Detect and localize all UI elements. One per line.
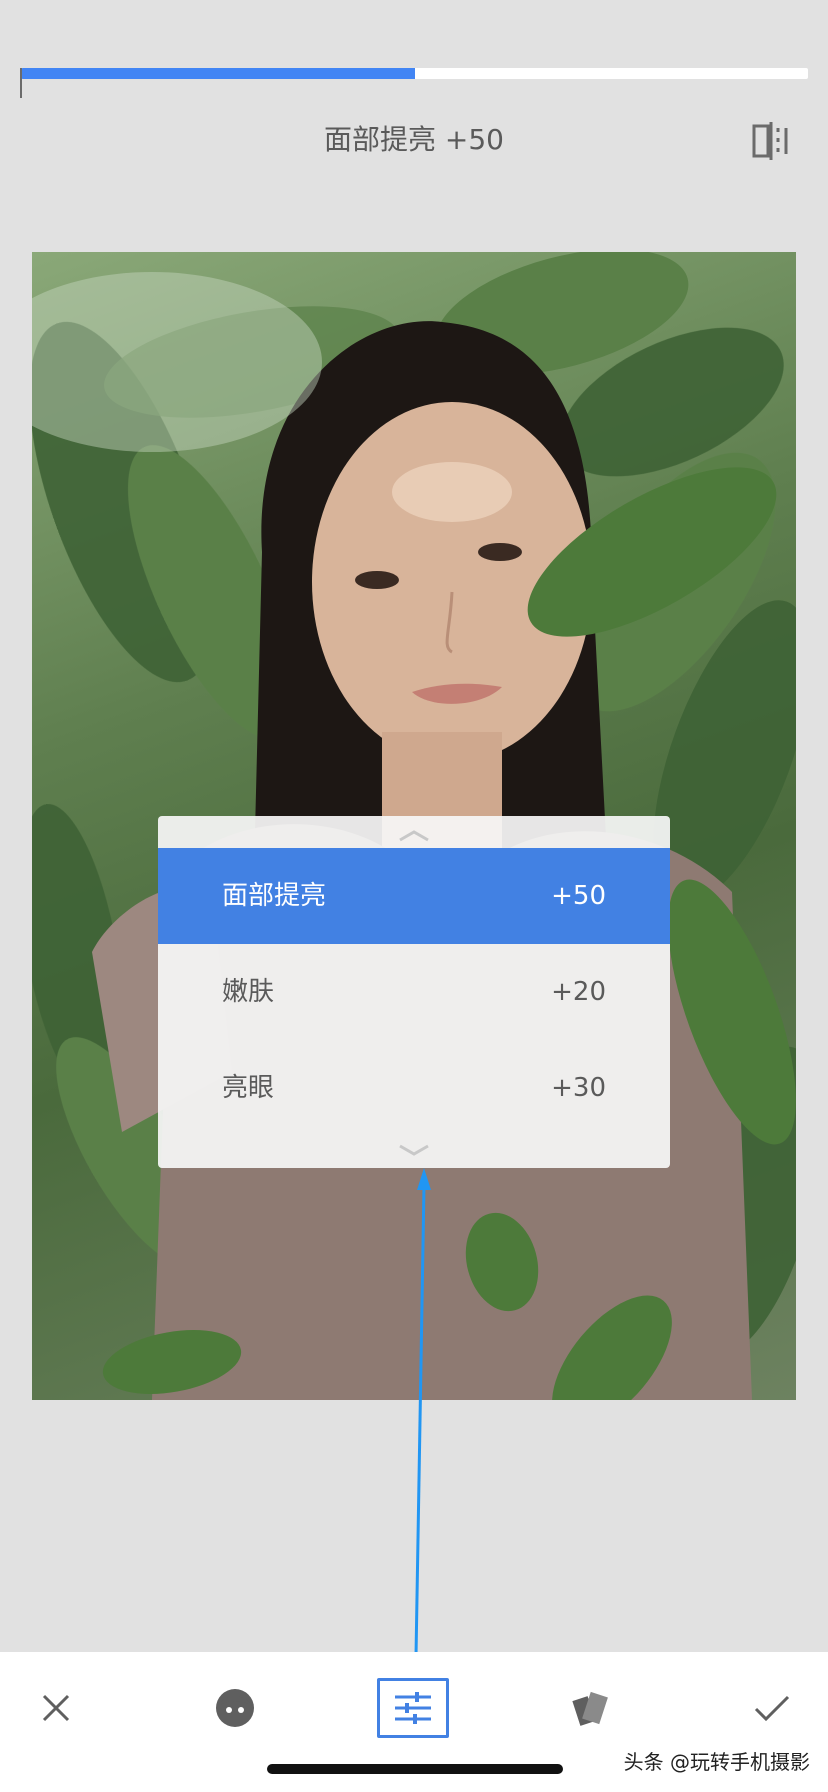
- progress-bar: [21, 68, 808, 79]
- adjust-sliders-icon: [395, 1692, 431, 1724]
- menu-item-skin-smoothing[interactable]: 嫩肤 +20: [158, 944, 670, 1040]
- chevron-up-icon[interactable]: [158, 818, 670, 846]
- compare-icon: [752, 122, 788, 160]
- menu-item-label: 亮眼: [222, 1073, 275, 1103]
- checkmark-icon: [754, 1695, 790, 1722]
- adjustment-menu: 面部提亮 +50 嫩肤 +20 亮眼 +30: [158, 816, 670, 1168]
- menu-item-label: 面部提亮: [222, 881, 327, 911]
- adjust-tool-button[interactable]: [377, 1678, 449, 1738]
- menu-item-face-brighten[interactable]: 面部提亮 +50: [158, 848, 670, 944]
- close-icon: [42, 1694, 70, 1722]
- face-tool-button[interactable]: [199, 1678, 271, 1738]
- page-title: 面部提亮 +50: [324, 123, 504, 156]
- watermark: 头条 @玩转手机摄影: [623, 1750, 810, 1774]
- progress-fill: [21, 68, 415, 79]
- menu-item-value: +20: [551, 977, 606, 1007]
- menu-item-value: +30: [551, 1073, 606, 1103]
- home-indicator[interactable]: [267, 1764, 563, 1774]
- styles-icon: [572, 1691, 608, 1726]
- styles-tool-button[interactable]: [556, 1678, 628, 1738]
- menu-item-label: 嫩肤: [222, 977, 275, 1007]
- cancel-button[interactable]: [20, 1678, 92, 1738]
- menu-item-eye-brighten[interactable]: 亮眼 +30: [158, 1040, 670, 1136]
- apply-button[interactable]: [736, 1678, 808, 1738]
- progress-marker: [20, 68, 22, 98]
- face-icon: [216, 1689, 254, 1727]
- chevron-down-icon[interactable]: [158, 1138, 670, 1166]
- compare-button[interactable]: [748, 118, 794, 164]
- menu-item-value: +50: [551, 881, 606, 911]
